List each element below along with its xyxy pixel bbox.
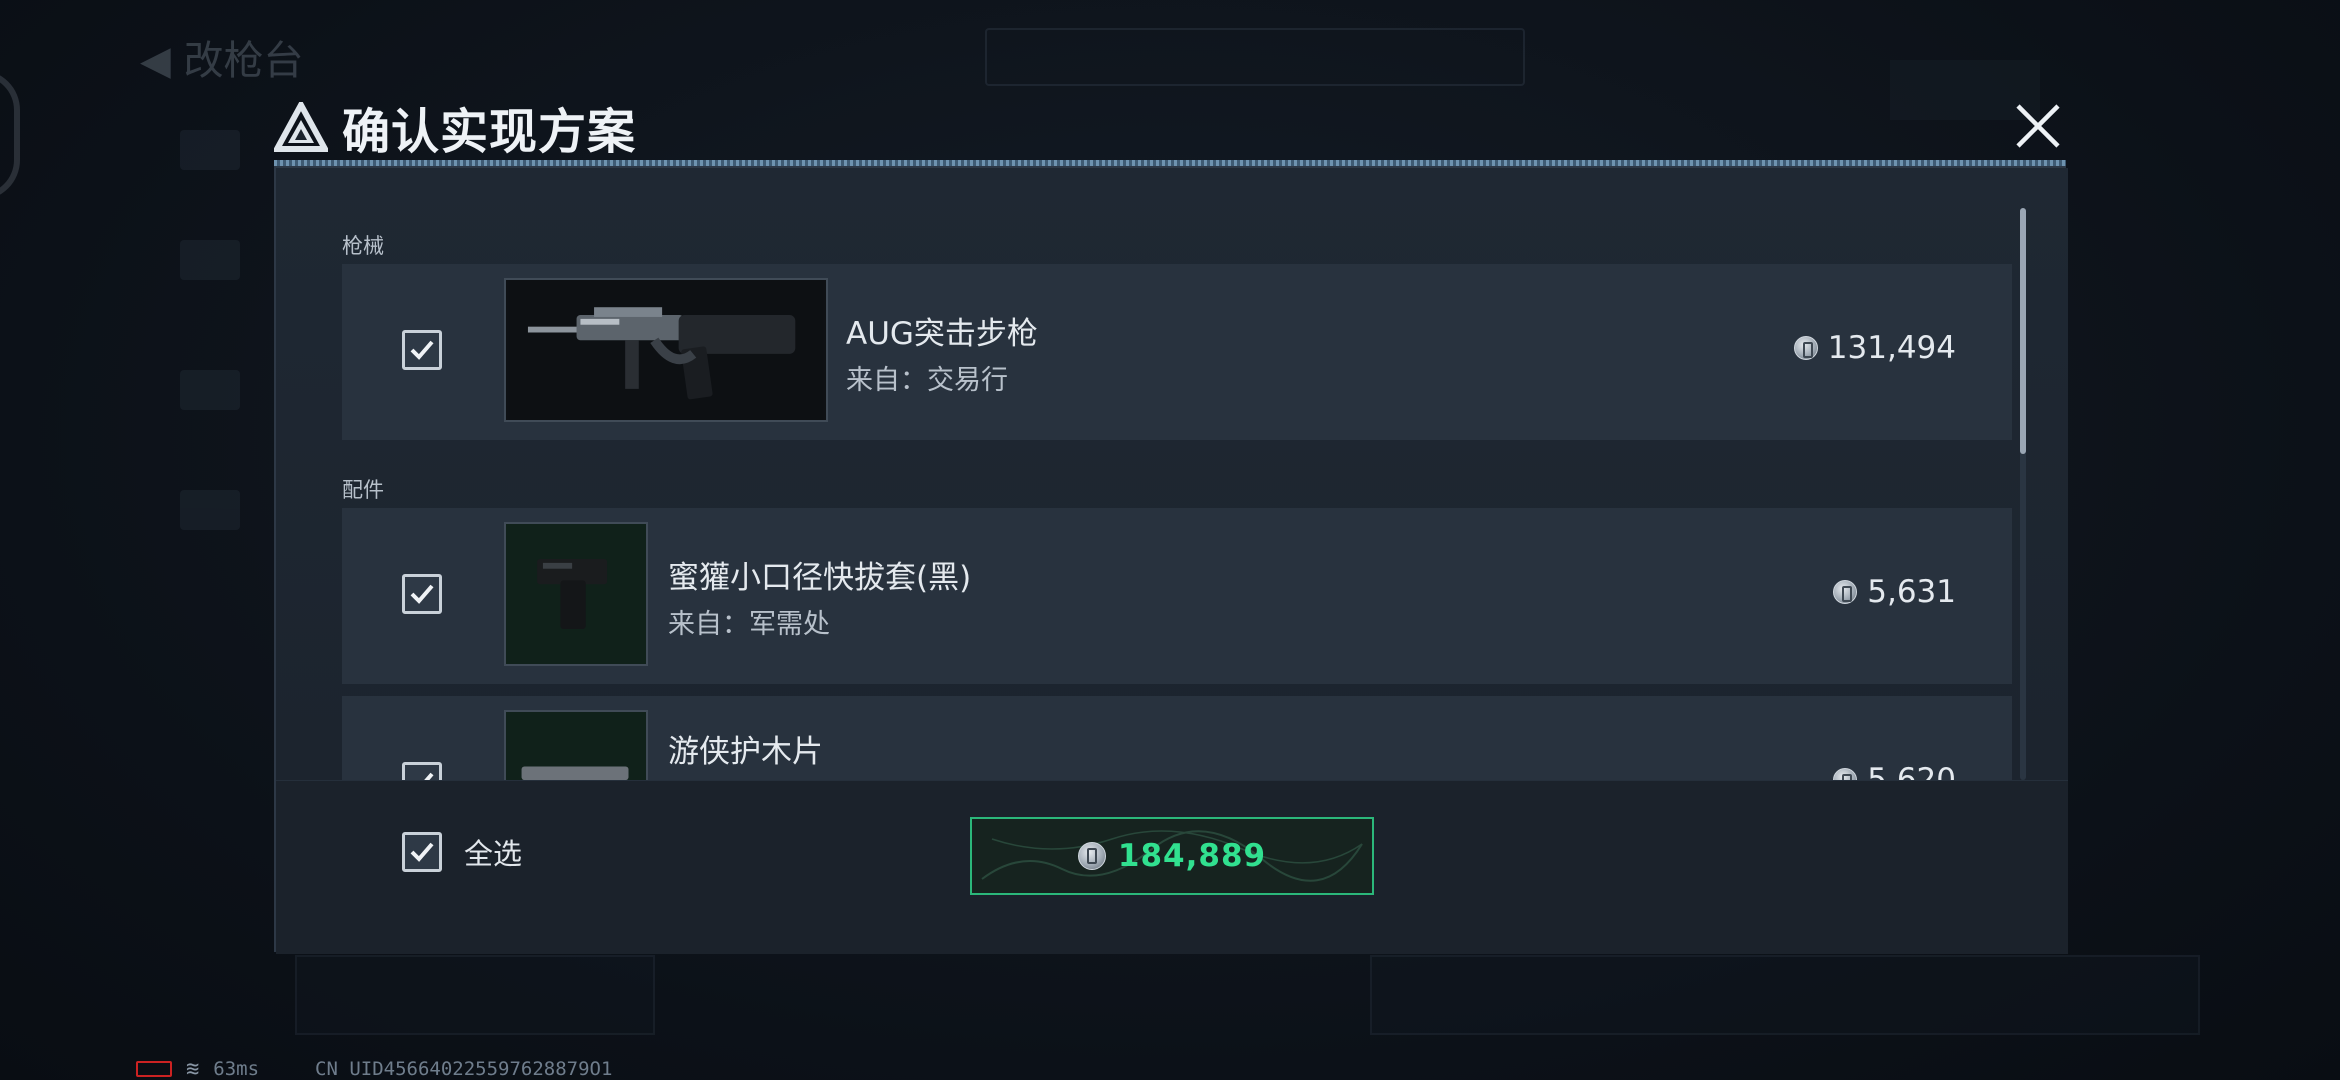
rifle-image — [508, 280, 824, 420]
coin-icon — [1077, 842, 1106, 870]
item-checkbox[interactable] — [402, 574, 442, 614]
item-name: 游侠护木片 — [668, 734, 823, 770]
scrollbar-thumb[interactable] — [2020, 208, 2026, 454]
battery-icon — [136, 1061, 172, 1077]
item-checkbox[interactable] — [402, 762, 442, 780]
item-checkbox[interactable] — [402, 330, 442, 370]
item-price: 5,631 — [1833, 574, 1956, 610]
status-bar: ≋ 63ms CN UID456640225597628879O1 — [136, 1056, 613, 1080]
wifi-icon: ≋ — [186, 1056, 200, 1080]
check-icon — [410, 340, 434, 360]
background-side-icon — [180, 490, 240, 530]
game-screen: ◀ 改枪台 确认实现方案 枪械 AUG突击步枪 来自：交易行 131,494 配… — [0, 0, 2340, 1080]
background-side-icon — [180, 240, 240, 280]
ping-value: 63ms — [213, 1058, 260, 1080]
item-price: 131,494 — [1793, 330, 1956, 366]
dialog-header: 确认实现方案 — [274, 92, 2066, 164]
total-price: 184,889 — [1117, 838, 1267, 874]
item-name: 蜜獾小口径快拔套(黑) — [668, 560, 972, 596]
select-all-label: 全选 — [464, 837, 523, 871]
coin-icon — [1833, 580, 1858, 604]
section-label-attachments: 配件 — [342, 478, 384, 502]
item-name: AUG突击步枪 — [846, 316, 1038, 352]
holster-image — [506, 524, 646, 664]
section-label-weapons: 枪械 — [342, 234, 384, 258]
check-icon — [410, 842, 434, 862]
item-thumbnail — [504, 710, 648, 780]
check-icon — [424, 772, 434, 780]
warning-triangle-icon — [274, 102, 328, 152]
item-thumbnail — [504, 522, 648, 666]
item-source: 来自：交易行 — [846, 365, 1008, 396]
dialog-title: 确认实现方案 — [274, 92, 636, 162]
select-all-toggle[interactable]: 全选 — [402, 831, 522, 873]
list-item[interactable]: AUG突击步枪 来自：交易行 131,494 — [342, 264, 2012, 440]
close-icon — [2016, 104, 2060, 148]
confirm-purchase-button[interactable]: 184,889 — [970, 817, 1374, 895]
item-source: 来自：军需处 — [668, 609, 830, 640]
background-side-icon — [180, 370, 240, 410]
close-button[interactable] — [2010, 98, 2066, 154]
background-tab-bar — [985, 28, 1525, 86]
list-item[interactable]: 蜜獾小口径快拔套(黑) 来自：军需处 5,631 — [342, 508, 2012, 684]
select-all-checkbox[interactable] — [402, 832, 442, 872]
list-scrollbar[interactable] — [2020, 208, 2026, 780]
item-list[interactable]: 枪械 AUG突击步枪 来自：交易行 131,494 配件 蜜獾小口径快拔套(黑)… — [276, 168, 2068, 780]
confirm-plan-dialog: 枪械 AUG突击步枪 来自：交易行 131,494 配件 蜜獾小口径快拔套(黑)… — [274, 166, 2068, 954]
coin-icon — [1833, 768, 1858, 780]
background-button — [1370, 955, 2200, 1035]
list-item[interactable]: 游侠护木片 5,620 — [342, 696, 2012, 780]
hex-frame-decoration — [0, 70, 20, 200]
handguard-image — [506, 712, 646, 780]
check-icon — [410, 584, 434, 604]
dialog-title-text: 确认实现方案 — [342, 104, 637, 160]
background-back-label: ◀ 改枪台 — [140, 38, 304, 84]
dialog-footer: 全选 184,889 — [276, 780, 2068, 954]
item-price: 5,620 — [1833, 762, 1956, 780]
background-button — [295, 955, 655, 1035]
item-thumbnail — [504, 278, 828, 422]
background-side-icon — [180, 130, 240, 170]
user-id: CN UID456640225597628879O1 — [315, 1058, 613, 1080]
coin-icon — [1793, 336, 1818, 360]
